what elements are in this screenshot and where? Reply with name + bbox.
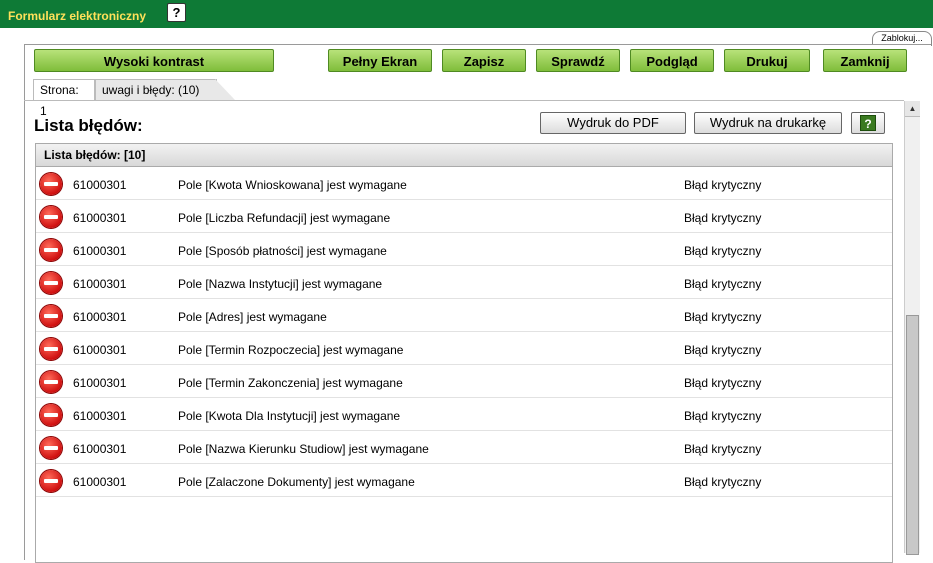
table-row[interactable]: 61000301 Pole [Adres] jest wymagane Błąd k…	[36, 299, 892, 332]
arrow-up-icon[interactable]: ▲	[905, 101, 920, 117]
error-stop-icon	[40, 239, 62, 261]
help-button[interactable]: ?	[851, 112, 885, 134]
window-title: Formularz elektroniczny	[8, 9, 147, 23]
error-stop-icon	[40, 437, 62, 459]
error-severity: Błąd krytyczny	[684, 376, 762, 390]
error-stop-icon	[40, 272, 62, 294]
error-stop-icon	[40, 305, 62, 327]
title-bar: Formularz elektroniczny ?	[0, 0, 933, 28]
error-stop-icon	[40, 173, 62, 195]
page-title: Lista błędów:	[34, 116, 143, 135]
error-severity: Błąd krytyczny	[684, 442, 762, 456]
print-button[interactable]: Drukuj	[724, 49, 810, 72]
error-code: 61000301	[73, 376, 127, 390]
error-code: 61000301	[73, 244, 127, 258]
error-code: 61000301	[73, 409, 127, 423]
error-stop-icon	[40, 338, 62, 360]
table-row[interactable]: 61000301 Pole [Kwota Wnioskowana] jest wy…	[36, 167, 892, 200]
tab-notch	[215, 79, 235, 100]
error-message: Pole [Kwota Wnioskowana] jest wymagane	[178, 178, 407, 192]
scrollbar-thumb[interactable]	[906, 315, 919, 555]
fullscreen-button[interactable]: Pełny Ekran	[328, 49, 432, 72]
print-printer-button[interactable]: Wydruk na drukarkę	[694, 112, 842, 134]
error-stop-icon	[40, 206, 62, 228]
tab-page-1[interactable]: Strona: 1	[33, 79, 95, 118]
error-list: Lista błędów: [10] 61000301 Pole [Kwota W…	[35, 143, 893, 563]
error-message: Pole [Adres] jest wymagane	[178, 310, 327, 324]
tab-errors[interactable]: uwagi i błędy: (10)	[95, 79, 217, 100]
error-severity: Błąd krytyczny	[684, 178, 762, 192]
tab-divider	[24, 100, 904, 101]
error-list-header: Lista błędów: [10]	[36, 144, 892, 167]
close-button[interactable]: Zamknij	[823, 49, 907, 72]
print-pdf-button[interactable]: Wydruk do PDF	[540, 112, 686, 134]
error-code: 61000301	[73, 277, 127, 291]
vertical-scrollbar[interactable]: ▲	[904, 101, 920, 555]
error-severity: Błąd krytyczny	[684, 475, 762, 489]
high-contrast-button[interactable]: Wysoki kontrast	[34, 49, 274, 72]
table-row[interactable]: 61000301 Pole [Nazwa Instytucji] jest wym…	[36, 266, 892, 299]
error-stop-icon	[40, 470, 62, 492]
error-message: Pole [Termin Rozpoczecia] jest wymagane	[178, 343, 404, 357]
error-severity: Błąd krytyczny	[684, 244, 762, 258]
table-row[interactable]: 61000301 Pole [Termin Zakonczenia] jest w…	[36, 365, 892, 398]
error-message: Pole [Zalaczone Dokumenty] jest wymagane	[178, 475, 415, 489]
check-button[interactable]: Sprawdź	[536, 49, 620, 72]
error-code: 61000301	[73, 475, 127, 489]
error-code: 61000301	[73, 442, 127, 456]
error-code: 61000301	[73, 178, 127, 192]
error-code: 61000301	[73, 343, 127, 357]
error-severity: Błąd krytyczny	[684, 310, 762, 324]
error-message: Pole [Liczba Refundacji] jest wymagane	[178, 211, 391, 225]
error-severity: Błąd krytyczny	[684, 277, 762, 291]
error-severity: Błąd krytyczny	[684, 343, 762, 357]
error-code: 61000301	[73, 310, 127, 324]
error-message: Pole [Termin Zakonczenia] jest wymagane	[178, 376, 403, 390]
help-icon: ?	[860, 115, 876, 131]
error-severity: Błąd krytyczny	[684, 409, 762, 423]
error-stop-icon	[40, 404, 62, 426]
error-stop-icon	[40, 371, 62, 393]
error-message: Pole [Nazwa Instytucji] jest wymagane	[178, 277, 383, 291]
table-row[interactable]: 61000301 Pole [Zalaczone Dokumenty] jest …	[36, 464, 892, 497]
help-icon[interactable]: ?	[167, 3, 186, 22]
error-message: Pole [Sposób płatności] jest wymagane	[178, 244, 387, 258]
error-code: 61000301	[73, 211, 127, 225]
error-severity: Błąd krytyczny	[684, 211, 762, 225]
error-message: Pole [Kwota Dla Instytucji] jest wymagan…	[178, 409, 401, 423]
table-row[interactable]: 61000301 Pole [Sposób płatności] jest wym…	[36, 233, 892, 266]
table-row[interactable]: 61000301 Pole [Liczba Refundacji] jest wy…	[36, 200, 892, 233]
error-message: Pole [Nazwa Kierunku Studiow] jest wymag…	[178, 442, 429, 456]
table-row[interactable]: 61000301 Pole [Nazwa Kierunku Studiow] je…	[36, 431, 892, 464]
save-button[interactable]: Zapisz	[442, 49, 526, 72]
table-row[interactable]: 61000301 Pole [Termin Rozpoczecia] jest w…	[36, 332, 892, 365]
preview-button[interactable]: Podgląd	[630, 49, 714, 72]
table-row[interactable]: 61000301 Pole [Kwota Dla Instytucji] jest…	[36, 398, 892, 431]
